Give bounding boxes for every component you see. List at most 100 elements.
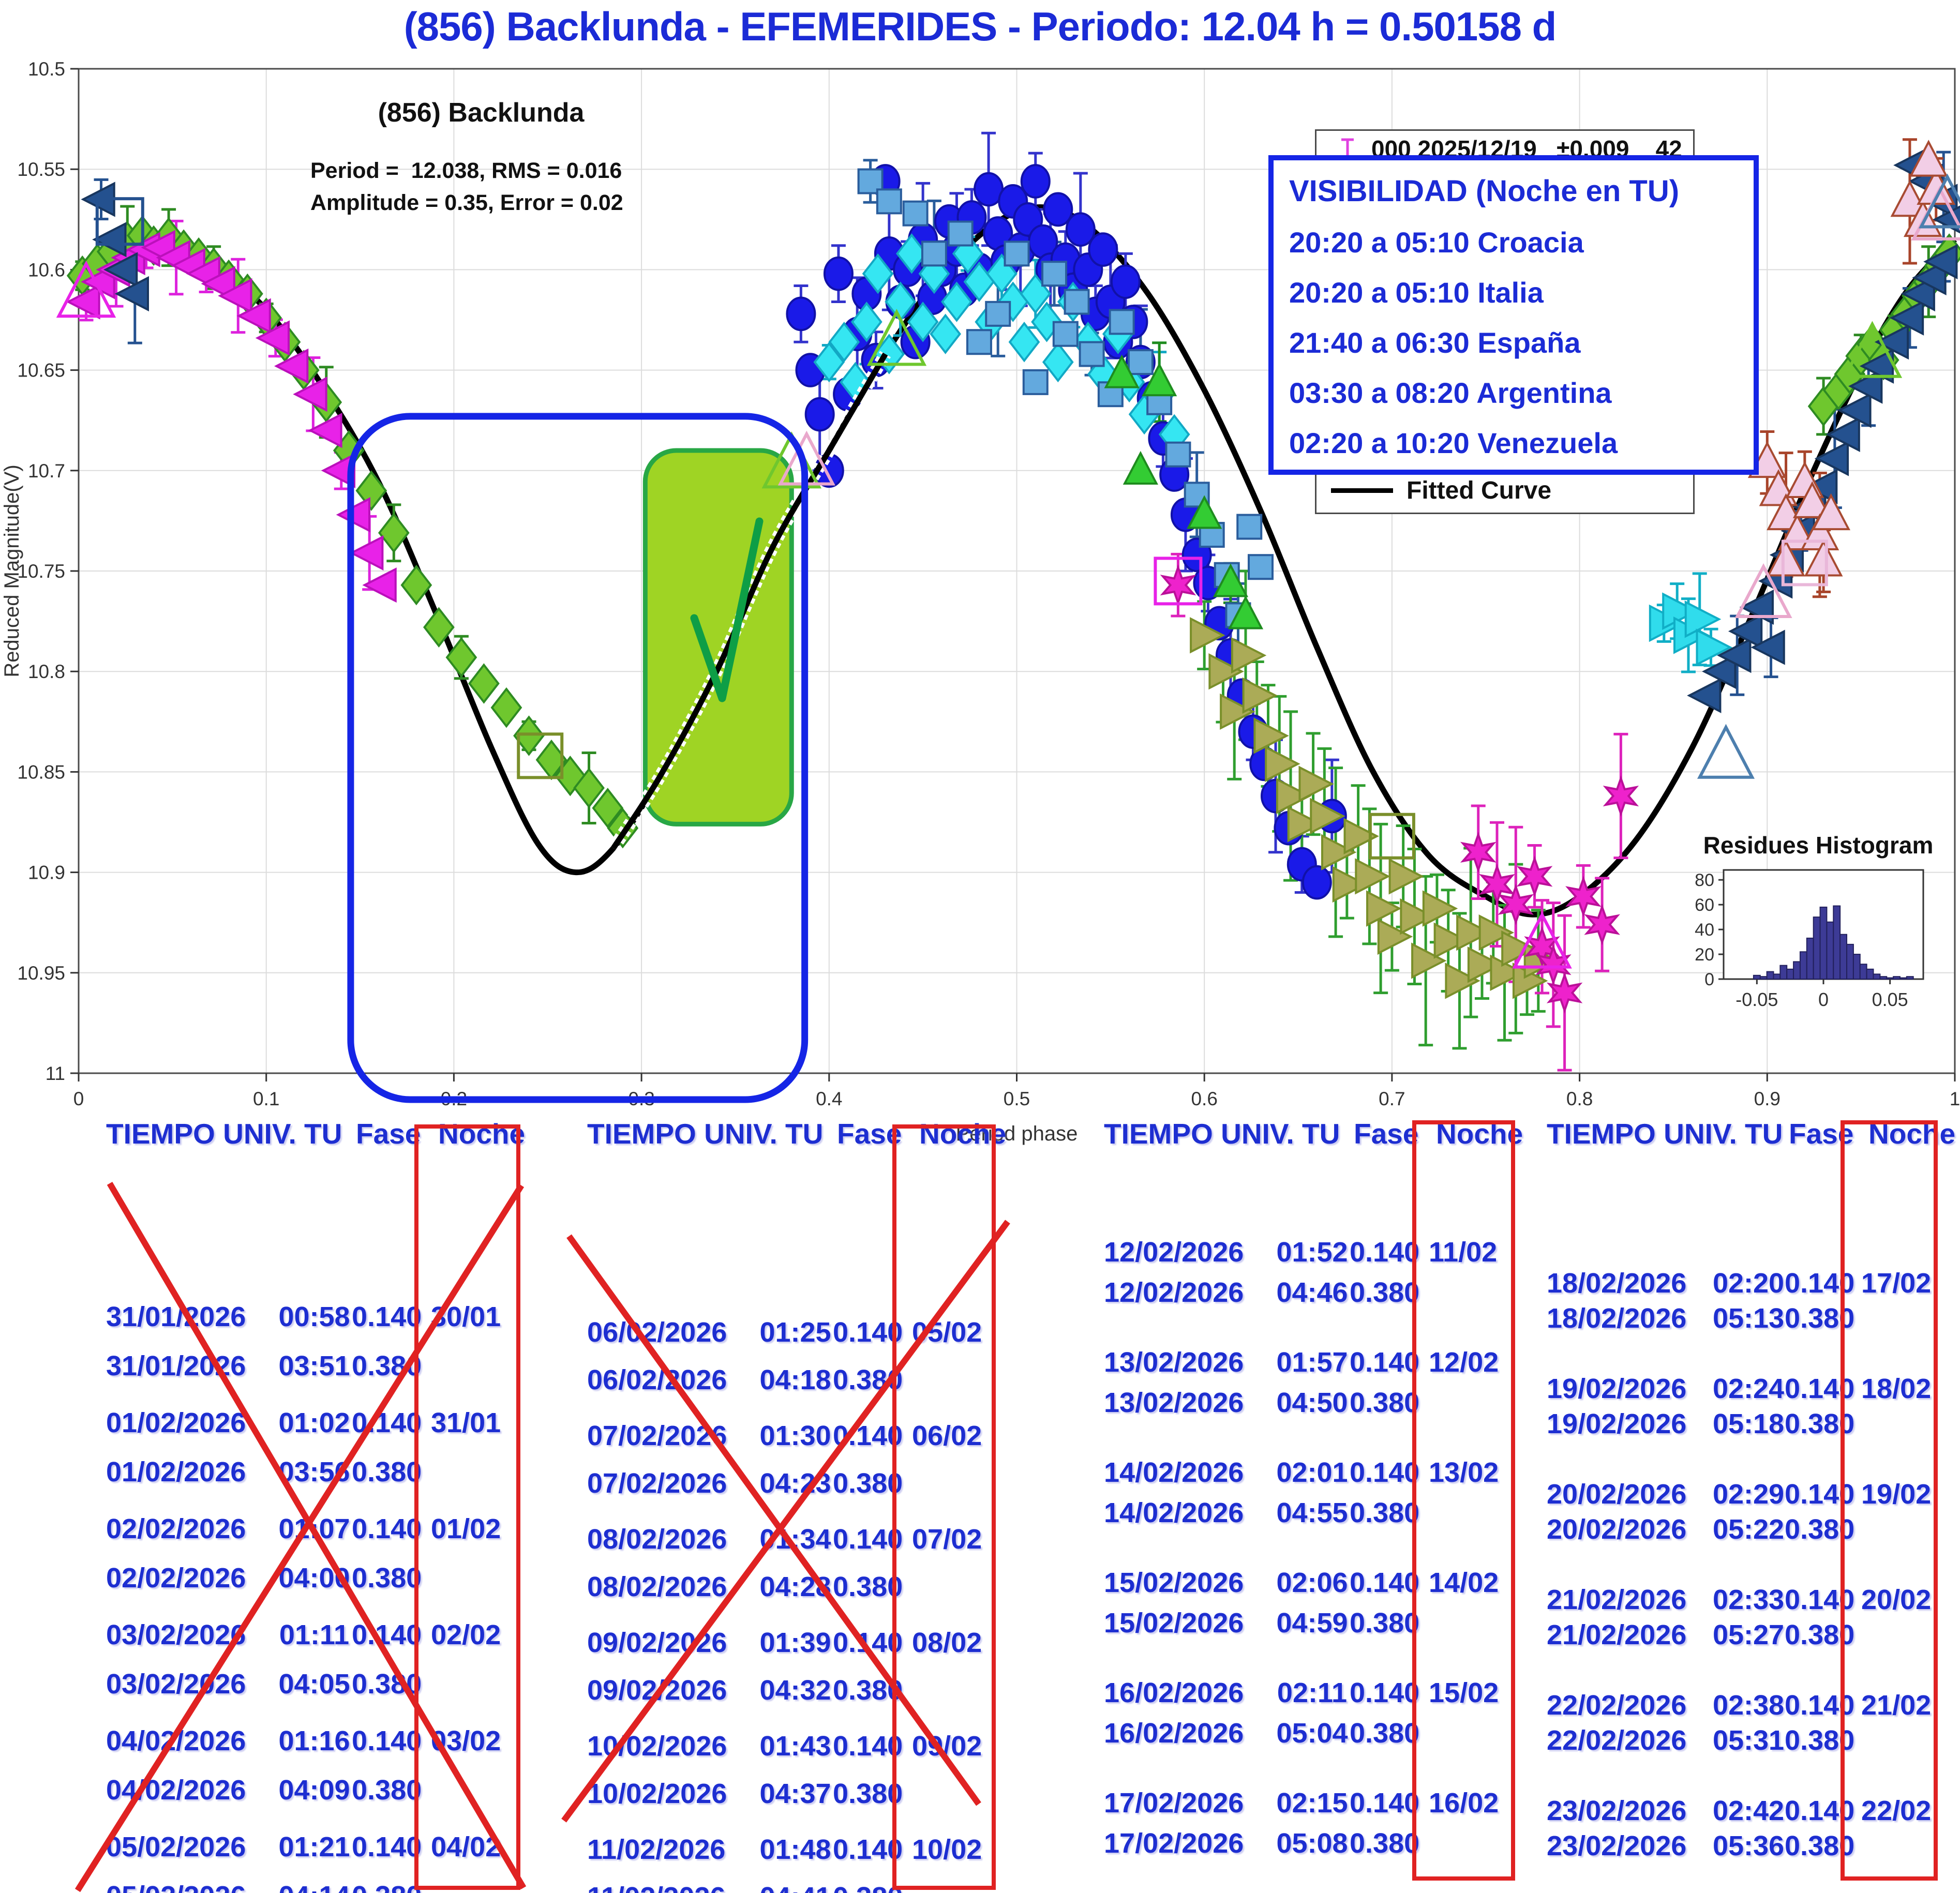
- col-header-noche: Noche: [421, 1117, 525, 1150]
- cell-date: 17/02/2026: [1104, 1787, 1275, 1819]
- cell-date: 04/02/2026: [106, 1774, 277, 1806]
- cell-noche: [897, 1674, 1011, 1706]
- cell-fase: 0.140: [352, 1301, 416, 1333]
- cell-time: 04:23: [758, 1467, 833, 1499]
- cell-noche: [1414, 1607, 1528, 1639]
- table-row: 13/02/202604:500.380: [1104, 1387, 1528, 1419]
- cell-date: 06/02/2026: [587, 1364, 758, 1396]
- cell-fase: 0.380: [352, 1668, 416, 1700]
- ephemerides-figure: (856) Backlunda - EFEMERIDES - Periodo: …: [0, 0, 1960, 1893]
- cell-date: 11/02/2026: [587, 1834, 758, 1866]
- cell-time: 01:30: [758, 1420, 833, 1452]
- cell-date: 14/02/2026: [1104, 1497, 1275, 1529]
- cell-time: 02:20: [1712, 1267, 1785, 1299]
- cell-date: 01/02/2026: [106, 1456, 277, 1488]
- cell-date: 10/02/2026: [587, 1730, 758, 1762]
- table-4-header: TIEMPO UNIV. TUFaseNoche: [1547, 1117, 1955, 1150]
- cell-date: 12/02/2026: [1104, 1276, 1275, 1309]
- cell-date: 23/02/2026: [1547, 1795, 1712, 1827]
- table-row: 01/02/202603:560.380: [106, 1456, 532, 1488]
- cell-fase: 0.380: [1350, 1387, 1414, 1419]
- table-row: 17/02/202602:150.14016/02: [1104, 1787, 1528, 1819]
- col-header-fase: Fase: [837, 1117, 902, 1150]
- table-row: 14/02/202602:010.14013/02: [1104, 1456, 1528, 1489]
- cell-noche: [416, 1350, 532, 1382]
- cell-time: 05:18: [1712, 1408, 1785, 1440]
- cell-time: 02:15: [1275, 1787, 1350, 1819]
- cell-fase: 0.380: [1785, 1830, 1847, 1862]
- cell-fase: 0.140: [352, 1831, 416, 1863]
- cell-fase: 0.380: [1350, 1827, 1414, 1859]
- cell-time: 02:11: [1275, 1677, 1350, 1709]
- cell-time: 05:22: [1712, 1513, 1785, 1545]
- col-header-fase: Fase: [1789, 1117, 1851, 1150]
- table-row: 16/02/202605:040.380: [1104, 1717, 1528, 1749]
- table-row: 09/02/202601:390.14008/02: [587, 1627, 1011, 1659]
- cell-time: 04:41: [758, 1881, 833, 1893]
- cell-date: 31/01/2026: [106, 1350, 277, 1382]
- cell-date: 03/02/2026: [106, 1619, 277, 1651]
- cell-fase: 0.380: [1350, 1607, 1414, 1639]
- cell-fase: 0.380: [1785, 1302, 1847, 1334]
- cell-noche: [1847, 1724, 1950, 1756]
- cell-fase: 0.140: [1785, 1373, 1847, 1405]
- cell-time: 05:31: [1712, 1724, 1785, 1756]
- cell-noche: 17/02: [1847, 1267, 1950, 1299]
- cell-time: 04:32: [758, 1674, 833, 1706]
- cell-noche: 01/02: [416, 1513, 532, 1545]
- col-header-tiempo: TIEMPO UNIV. TU: [1547, 1117, 1789, 1150]
- cell-date: 08/02/2026: [587, 1571, 758, 1603]
- cell-fase: 0.140: [352, 1725, 416, 1757]
- cell-time: 01:52: [1275, 1236, 1350, 1268]
- cell-date: 18/02/2026: [1547, 1302, 1712, 1334]
- cell-time: 01:57: [1275, 1346, 1350, 1378]
- cell-date: 03/02/2026: [106, 1668, 277, 1700]
- cell-noche: 09/02: [897, 1730, 1011, 1762]
- table-row: 31/01/202600:580.14030/01: [106, 1301, 532, 1333]
- cell-fase: 0.140: [833, 1523, 897, 1555]
- cell-noche: 14/02: [1414, 1567, 1528, 1599]
- cell-fase: 0.140: [1785, 1478, 1847, 1510]
- cell-fase: 0.140: [833, 1834, 897, 1866]
- table-row: 15/02/202602:060.14014/02: [1104, 1567, 1528, 1599]
- cell-fase: 0.140: [1350, 1677, 1414, 1709]
- cell-noche: 11/02: [1414, 1236, 1528, 1268]
- cell-time: 04:14: [277, 1880, 352, 1893]
- table-row: 04/02/202601:160.14003/02: [106, 1725, 532, 1757]
- table-row: 10/02/202601:430.14009/02: [587, 1730, 1011, 1762]
- cell-time: 04:05: [277, 1668, 352, 1700]
- table-row: 18/02/202605:130.380: [1547, 1302, 1950, 1334]
- table-row: 01/02/202601:020.14031/01: [106, 1407, 532, 1439]
- table-row: 09/02/202604:320.380: [587, 1674, 1011, 1706]
- cell-date: 09/02/2026: [587, 1627, 758, 1659]
- cell-fase: 0.140: [352, 1407, 416, 1439]
- cell-time: 01:48: [758, 1834, 833, 1866]
- col-header-tiempo: TIEMPO UNIV. TU: [587, 1117, 837, 1150]
- cell-noche: 07/02: [897, 1523, 1011, 1555]
- cell-noche: [416, 1774, 532, 1806]
- cell-fase: 0.380: [833, 1467, 897, 1499]
- cell-time: 03:51: [277, 1350, 352, 1382]
- table-row: 14/02/202604:550.380: [1104, 1497, 1528, 1529]
- cell-fase: 0.380: [352, 1456, 416, 1488]
- cell-time: 04:28: [758, 1571, 833, 1603]
- cell-fase: 0.140: [833, 1420, 897, 1452]
- cell-date: 07/02/2026: [587, 1420, 758, 1452]
- cell-noche: 18/02: [1847, 1373, 1950, 1405]
- cell-time: 04:37: [758, 1778, 833, 1810]
- cell-noche: [897, 1571, 1011, 1603]
- cell-date: 22/02/2026: [1547, 1689, 1712, 1721]
- cell-fase: 0.380: [1350, 1717, 1414, 1749]
- table-row: 07/02/202601:300.14006/02: [587, 1420, 1011, 1452]
- cell-fase: 0.140: [1785, 1267, 1847, 1299]
- cell-date: 05/02/2026: [106, 1831, 277, 1863]
- cell-noche: 10/02: [897, 1834, 1011, 1866]
- table-row: 22/02/202605:310.380: [1547, 1724, 1950, 1756]
- table-row: 23/02/202602:420.14022/02: [1547, 1795, 1950, 1827]
- cell-noche: 20/02: [1847, 1584, 1950, 1616]
- cell-date: 12/02/2026: [1104, 1236, 1275, 1268]
- cell-fase: 0.380: [833, 1881, 897, 1893]
- cell-time: 02:06: [1275, 1567, 1350, 1599]
- cell-date: 21/02/2026: [1547, 1619, 1712, 1651]
- table-row: 18/02/202602:200.14017/02: [1547, 1267, 1950, 1299]
